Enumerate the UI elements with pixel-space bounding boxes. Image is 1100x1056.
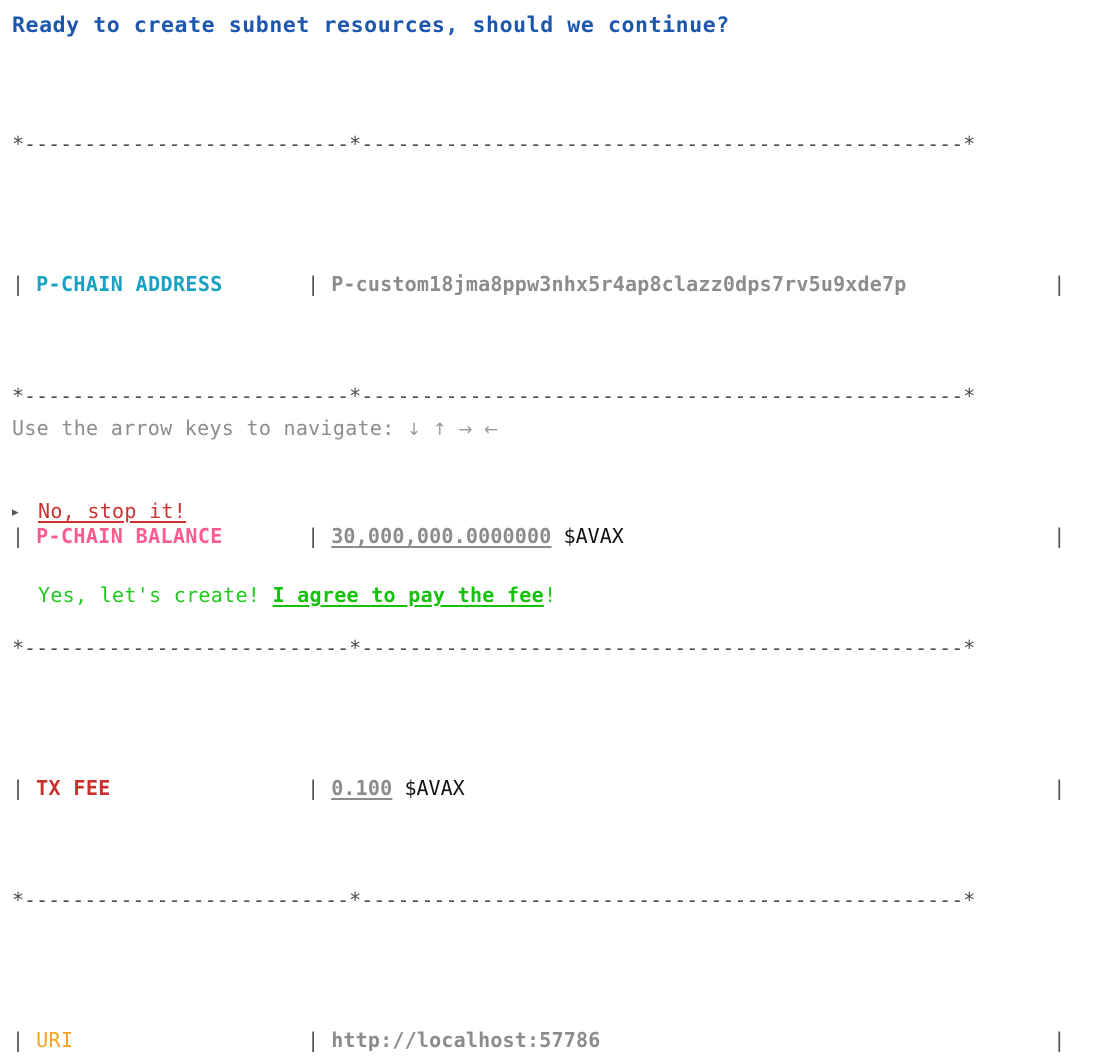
option-list: ▸ No, stop it! Yes, let's create! I agree…	[12, 441, 556, 665]
table-row: | URI | http://localhost:57786 |	[12, 1026, 1065, 1054]
row-value-cell: 0.100 $AVAX	[331, 774, 1053, 802]
table-row: | TX FEE | 0.100 $AVAX |	[12, 774, 1065, 802]
row-value-cell: P-custom18jma8ppw3nhx5r4ap8clazz0dps7rv5…	[331, 270, 1053, 298]
row-label-uri: URI	[36, 1028, 74, 1052]
row-value-p-chain-address: P-custom18jma8ppw3nhx5r4ap8clazz0dps7rv5…	[331, 272, 907, 296]
table-border-pipe: |	[12, 1028, 37, 1052]
table-border-pipe: |	[307, 776, 332, 800]
page-title: Ready to create subnet resources, should…	[12, 13, 730, 38]
row-value-cell: http://localhost:57786	[331, 1026, 1053, 1054]
table-row: | P-CHAIN ADDRESS | P-custom18jma8ppw3nhx…	[12, 270, 1065, 298]
table-border-pipe: |	[1053, 1028, 1066, 1052]
row-unit-label: $AVAX	[404, 776, 465, 800]
option-label-yes-prefix: Yes, let's create!	[38, 583, 273, 607]
table-border-pipe: |	[12, 776, 37, 800]
table-border-pipe: |	[1053, 776, 1066, 800]
row-value-uri: http://localhost:57786	[331, 1028, 601, 1052]
table-rule-top: *---------------------------*-----------…	[12, 132, 976, 156]
table-border-pipe: |	[307, 1028, 332, 1052]
row-unit-spacer	[392, 776, 404, 800]
table-rule: *---------------------------*-----------…	[12, 888, 976, 912]
option-no-stop-it[interactable]: ▸ No, stop it!	[12, 497, 556, 525]
row-value-tx-fee: 0.100	[331, 776, 393, 800]
navigation-hint: Use the arrow keys to navigate: ↓ ↑ → ←	[12, 414, 501, 444]
table-border-pipe: |	[1053, 272, 1066, 296]
row-label-tx-fee: TX FEE	[36, 776, 111, 800]
table-border-pipe: |	[12, 272, 37, 296]
option-yes-create[interactable]: Yes, let's create! I agree to pay the fe…	[12, 581, 556, 609]
row-label-p-chain-address: P-CHAIN ADDRESS	[36, 272, 223, 296]
terminal-screen: Ready to create subnet resources, should…	[0, 0, 1100, 1052]
selection-cursor-icon: ▸	[12, 504, 19, 520]
table-rule: *---------------------------*-----------…	[12, 384, 976, 408]
option-label-yes-agree: I agree to pay the fee	[272, 583, 544, 607]
option-label-no: No, stop it!	[38, 499, 187, 523]
navigation-hint-text: Use the arrow keys to navigate:	[12, 416, 407, 440]
option-label-yes-suffix: !	[544, 583, 557, 607]
table-border-pipe: |	[307, 272, 332, 296]
arrow-keys-icon: ↓ ↑ → ←	[406, 420, 502, 440]
